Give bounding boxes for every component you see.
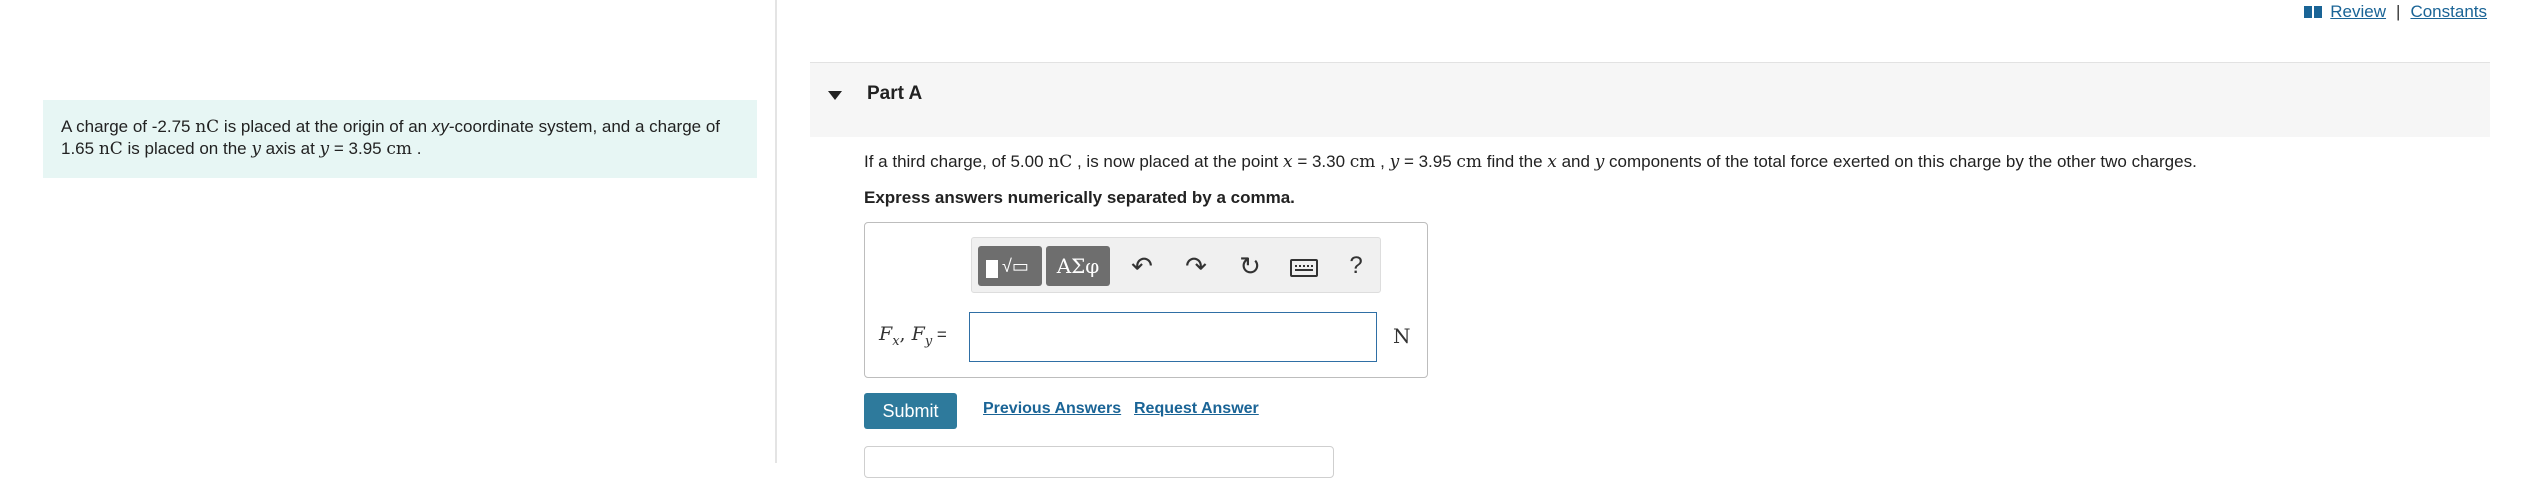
unit-label: N (1393, 324, 1411, 348)
question-text: If a third charge, of 5.00 nC , is now p… (864, 152, 2197, 172)
variable: y (1594, 152, 1605, 172)
question-fragment: components of the total force exerted on… (1604, 152, 2197, 171)
problem-text: -coordinate system, and a charge of (448, 117, 721, 136)
question-fragment: , is now placed at the point (1072, 152, 1283, 171)
next-panel (864, 446, 1334, 478)
template-block-icon (986, 260, 998, 278)
force-symbol: F (879, 323, 893, 345)
constants-link[interactable]: Constants (2410, 2, 2487, 22)
review-link[interactable]: Review (2330, 2, 2386, 22)
answer-box: √▭ ΑΣφ ↶ ↷ ↻ ? Fx, Fy = N (864, 222, 1428, 378)
variable: x (1283, 152, 1293, 172)
problem-text: is placed at the origin of an (219, 117, 432, 136)
unit: nC (1048, 152, 1073, 172)
unit: cm (386, 139, 412, 159)
link-separator: | (2396, 2, 2401, 21)
charge-value: -2.75 (151, 117, 191, 136)
question-fragment: = 3.30 (1292, 152, 1350, 171)
problem-text: is placed on the (122, 139, 252, 158)
book-icon (2304, 6, 2323, 18)
math-toolbar: √▭ ΑΣφ ↶ ↷ ↻ ? (971, 237, 1381, 293)
problem-text: . (411, 139, 422, 158)
submit-button[interactable]: Submit (864, 393, 957, 429)
variable: y (319, 139, 330, 159)
radical-icon: √▭ (1002, 256, 1029, 276)
undo-icon[interactable]: ↶ (1124, 248, 1160, 284)
force-symbol: F (911, 323, 925, 345)
answer-input[interactable] (969, 312, 1377, 362)
question-fragment: find the (1482, 152, 1548, 171)
question-fragment: and (1556, 152, 1595, 171)
variable: xy (431, 117, 449, 136)
question-fragment: = 3.95 (1399, 152, 1457, 171)
question-fragment: If a third charge, of 5.00 (864, 152, 1049, 171)
unit: cm (1349, 152, 1376, 172)
request-answer-link[interactable]: Request Answer (1134, 400, 1259, 418)
reset-icon[interactable]: ↻ (1232, 248, 1268, 284)
instruction-text: Express answers numerically separated by… (864, 188, 1295, 207)
problem-text: axis at (260, 139, 320, 158)
greek-symbols-button[interactable]: ΑΣφ (1046, 246, 1110, 286)
variable: x (1547, 152, 1557, 172)
equals-sign: = (932, 325, 947, 344)
templates-button[interactable]: √▭ (978, 246, 1042, 286)
charge-value: 1.65 (61, 139, 95, 158)
subscript: x (892, 333, 900, 349)
unit: cm (1456, 152, 1483, 172)
problem-text: = 3.95 (329, 139, 387, 158)
answer-label: Fx, Fy = (879, 323, 947, 349)
unit: nC (195, 117, 220, 137)
variable: y (251, 139, 261, 159)
keyboard-icon[interactable] (1286, 248, 1322, 284)
variable: y (1389, 152, 1400, 172)
collapse-triangle-icon[interactable] (828, 91, 842, 100)
problem-text: A charge of (61, 117, 152, 136)
unit: nC (98, 139, 123, 159)
redo-icon[interactable]: ↷ (1178, 248, 1214, 284)
part-a-header[interactable]: Part A (810, 62, 2490, 137)
problem-statement: A charge of -2.75 nC is placed at the or… (43, 100, 757, 178)
panel-divider (775, 0, 777, 463)
previous-answers-link[interactable]: Previous Answers (983, 400, 1121, 418)
comma: , (899, 323, 912, 345)
header-links: Review | Constants (2304, 2, 2487, 22)
question-fragment: , (1375, 152, 1390, 171)
part-title: Part A (867, 83, 923, 104)
help-icon[interactable]: ? (1338, 248, 1374, 284)
